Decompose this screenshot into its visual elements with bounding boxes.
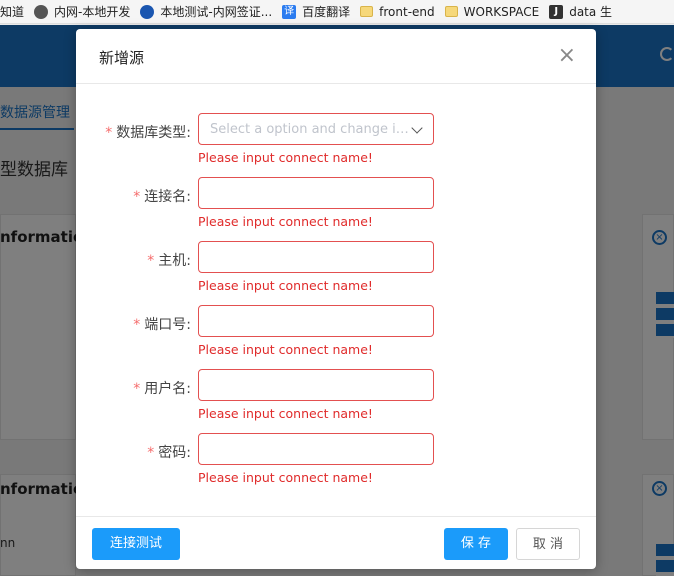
form-row-username: * 用户名: Please input connect name! [76, 369, 596, 433]
field-error: Please input connect name! [198, 278, 373, 293]
field-error: Please input connect name! [198, 470, 373, 485]
bookmark-label: data 生 [569, 5, 613, 19]
save-button[interactable]: 保 存 [444, 528, 508, 560]
port-input[interactable] [198, 305, 434, 337]
required-mark: * [147, 445, 155, 461]
dialog-footer: 连接测试 保 存 取 消 [76, 516, 596, 569]
dialog-header: 新增源 × [76, 29, 596, 84]
translate-icon: 译 [282, 4, 297, 19]
form-row-host: * 主机: Please input connect name! [76, 241, 596, 305]
field-error: Please input connect name! [198, 214, 373, 229]
required-mark: * [133, 189, 141, 205]
select-placeholder: Select a option and change inp... [210, 122, 410, 137]
chevron-down-icon [411, 122, 423, 134]
form-row-db-type: * 数据库类型: Select a option and change inp..… [76, 113, 596, 177]
wave-icon [140, 4, 155, 19]
bookmark-workspace[interactable]: WORKSPACE [444, 0, 540, 23]
bookmark-label: 知道 [0, 5, 25, 19]
close-icon[interactable]: × [558, 43, 576, 69]
dialog-title: 新增源 [99, 49, 145, 67]
field-label: * 数据库类型: [105, 125, 191, 141]
username-input[interactable] [198, 369, 434, 401]
field-label: * 端口号: [133, 317, 191, 333]
bookmark-baidu-translate[interactable]: 译 百度翻译 [282, 0, 351, 23]
globe-icon [34, 4, 49, 19]
form-row-port: * 端口号: Please input connect name! [76, 305, 596, 369]
j-logo-icon: J [549, 4, 564, 19]
field-label: * 用户名: [133, 381, 191, 397]
bookmark-zhidao[interactable]: 知道 [0, 0, 25, 23]
bookmark-front-end[interactable]: front-end [360, 0, 435, 23]
bookmarks-bar: 知道 内网-本地开发 本地测试-内网签证... 译 百度翻译 front-end… [0, 0, 674, 24]
field-label: * 连接名: [133, 189, 191, 205]
bookmark-label: 内网-本地开发 [54, 5, 131, 19]
bookmark-intranet-dev[interactable]: 内网-本地开发 [34, 0, 131, 23]
field-error: Please input connect name! [198, 150, 373, 165]
field-label: * 主机: [147, 253, 191, 269]
host-input[interactable] [198, 241, 434, 273]
required-mark: * [105, 125, 113, 141]
bookmark-data[interactable]: J data 生 [549, 0, 613, 23]
field-error: Please input connect name! [198, 406, 373, 421]
field-error: Please input connect name! [198, 342, 373, 357]
test-connection-button[interactable]: 连接测试 [92, 528, 180, 560]
password-input[interactable] [198, 433, 434, 465]
bookmark-local-test[interactable]: 本地测试-内网签证... [140, 0, 273, 23]
folder-icon [444, 6, 458, 17]
bookmark-label: 百度翻译 [302, 5, 351, 19]
add-datasource-dialog: 新增源 × * 数据库类型: Select a option and change… [76, 29, 596, 569]
folder-icon [360, 6, 374, 17]
bookmark-label: 本地测试-内网签证... [160, 5, 273, 19]
cancel-button[interactable]: 取 消 [516, 528, 580, 560]
field-label: * 密码: [147, 445, 191, 461]
bookmark-label: front-end [379, 4, 435, 19]
required-mark: * [147, 253, 155, 269]
form-row-connection-name: * 连接名: Please input connect name! [76, 177, 596, 241]
required-mark: * [133, 317, 141, 333]
bookmark-label: WORKSPACE [463, 4, 540, 19]
connection-name-input[interactable] [198, 177, 434, 209]
required-mark: * [133, 381, 141, 397]
db-type-select[interactable]: Select a option and change inp... [198, 113, 434, 145]
form-row-password: * 密码: Please input connect name! [76, 433, 596, 497]
